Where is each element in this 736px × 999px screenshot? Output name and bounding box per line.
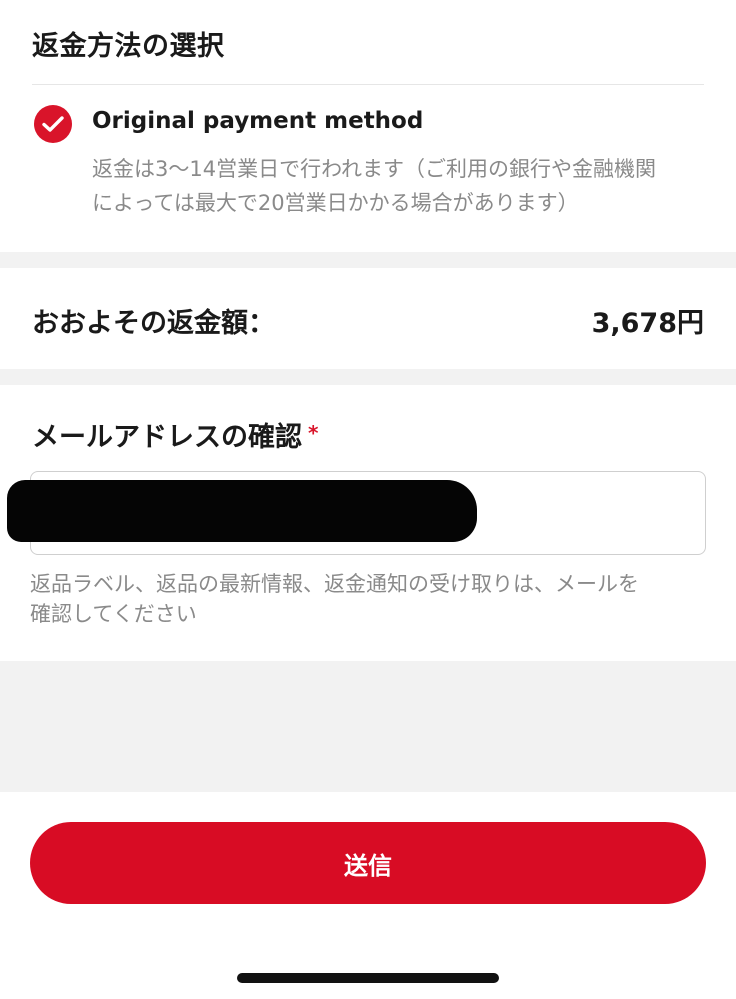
home-indicator[interactable]: [237, 973, 499, 983]
checkmark-circle-icon[interactable]: [34, 105, 72, 143]
empty-gray-area: [0, 661, 736, 792]
redacted-email-value: [7, 480, 477, 542]
required-mark: *: [308, 421, 319, 445]
refund-method-title: 返金方法の選択: [32, 31, 225, 62]
refund-amount-section: おおよその返金額： 3,678円: [0, 268, 736, 369]
divider: [32, 84, 704, 85]
email-help-line: 確認してください: [30, 602, 197, 626]
refund-method-note-line: によっては最大で20営業日かかる場合があります）: [92, 191, 579, 215]
section-separator: [0, 252, 736, 268]
checkmark-icon: [42, 116, 64, 132]
email-confirm-title-text: メールアドレスの確認: [32, 422, 302, 453]
email-help-line: 返品ラベル、返品の最新情報、返金通知の受け取りは、メールを: [30, 572, 639, 596]
email-help-text: 返品ラベル、返品の最新情報、返金通知の受け取りは、メールを 確認してください: [30, 569, 706, 629]
refund-amount-label: おおよその返金額：: [32, 308, 275, 339]
original-payment-method-option[interactable]: Original payment method: [92, 108, 423, 134]
refund-method-note-line: 返金は3〜14営業日で行われます（ご利用の銀行や金融機関: [92, 157, 657, 181]
email-confirm-title: メールアドレスの確認 *: [32, 415, 318, 454]
email-confirm-section: メールアドレスの確認 * 返品ラベル、返品の最新情報、返金通知の受け取りは、メール…: [0, 385, 736, 661]
submit-button[interactable]: 送信: [30, 822, 706, 904]
section-separator: [0, 369, 736, 385]
refund-method-note: 返金は3〜14営業日で行われます（ご利用の銀行や金融機関 によっては最大で20営…: [92, 152, 707, 220]
email-field[interactable]: [7, 471, 706, 555]
refund-form-page: 返金方法の選択 Original payment method 返金は3〜14営…: [0, 0, 736, 999]
refund-amount-value: 3,678円: [591, 308, 704, 339]
refund-method-section: 返金方法の選択 Original payment method 返金は3〜14営…: [0, 0, 736, 252]
